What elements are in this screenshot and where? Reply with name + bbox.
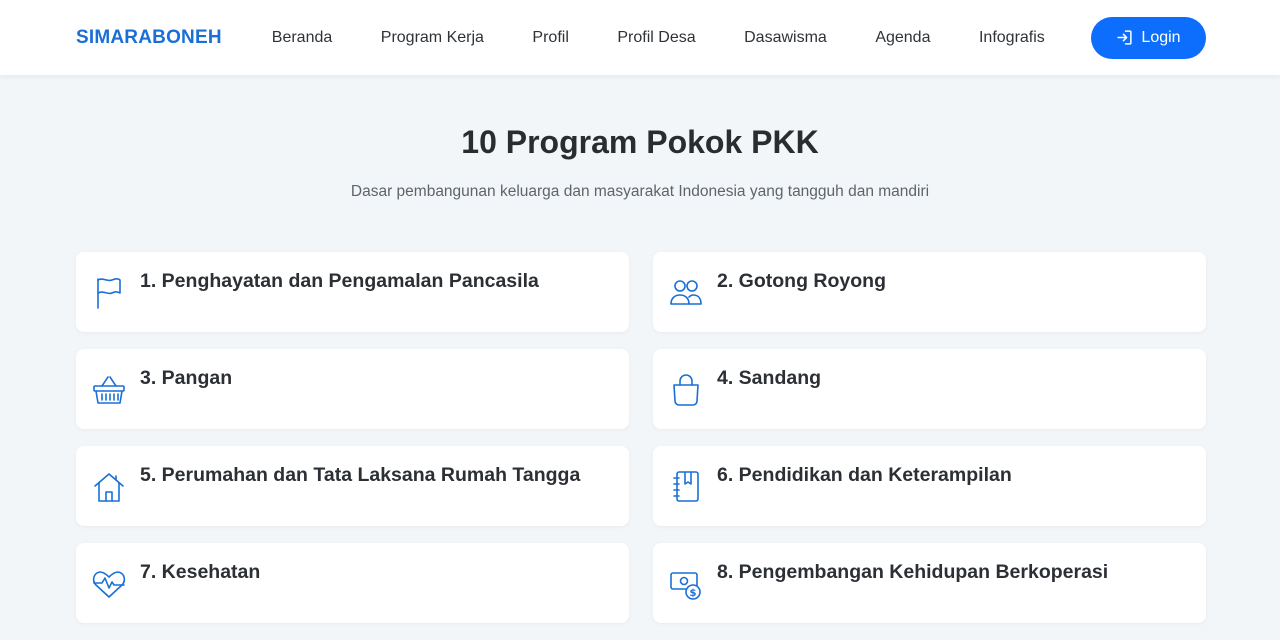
nav-link-beranda[interactable]: Beranda: [272, 29, 333, 47]
shopping-bag-icon: [667, 371, 705, 409]
page-title: 10 Program Pokok PKK: [461, 124, 819, 160]
program-card-kesehatan[interactable]: 7. Kesehatan: [76, 543, 629, 623]
program-card-pangan[interactable]: 3. Pangan: [76, 349, 629, 429]
program-title: 3. Pangan: [140, 367, 233, 389]
program-title: 7. Kesehatan: [140, 561, 261, 583]
nav-link-profil-desa[interactable]: Profil Desa: [617, 29, 695, 47]
program-title: 8. Pengembangan Kehidupan Berkoperasi: [717, 561, 1109, 583]
basket-icon: [90, 371, 128, 409]
program-card-perumahan[interactable]: 5. Perumahan dan Tata Laksana Rumah Tang…: [76, 446, 629, 526]
program-card-gotong-royong[interactable]: 2. Gotong Royong: [653, 252, 1206, 332]
nav-links: Beranda Program Kerja Profil Profil Desa…: [272, 29, 1091, 47]
program-grid: 1. Penghayatan dan Pengamalan Pancasila …: [76, 252, 1206, 623]
login-label: Login: [1141, 28, 1181, 46]
cash-coin-icon: $: [667, 565, 705, 603]
nav-link-dasawisma[interactable]: Dasawisma: [744, 29, 827, 47]
nav-link-agenda[interactable]: Agenda: [875, 29, 930, 47]
program-card-pancasila[interactable]: 1. Penghayatan dan Pengamalan Pancasila: [76, 252, 629, 332]
program-title: 1. Penghayatan dan Pengamalan Pancasila: [140, 270, 539, 292]
navbar: SIMARABONEH Beranda Program Kerja Profil…: [0, 0, 1280, 75]
program-card-koperasi[interactable]: $ 8. Pengembangan Kehidupan Berkoperasi: [653, 543, 1206, 623]
page-subtitle: Dasar pembangunan keluarga dan masyaraka…: [350, 183, 930, 200]
flag-icon: [90, 274, 128, 312]
program-card-pendidikan[interactable]: 6. Pendidikan dan Keterampilan: [653, 446, 1206, 526]
book-icon: [667, 468, 705, 506]
nav-link-program-kerja[interactable]: Program Kerja: [381, 29, 484, 47]
login-button[interactable]: Login: [1091, 16, 1206, 59]
people-icon: [667, 274, 705, 312]
program-title: 2. Gotong Royong: [717, 270, 886, 292]
brand-logo[interactable]: SIMARABONEH: [76, 27, 222, 49]
program-title: 5. Perumahan dan Tata Laksana Rumah Tang…: [140, 464, 581, 486]
login-icon: [1117, 30, 1133, 45]
nav-link-profil[interactable]: Profil: [532, 29, 568, 47]
heart-pulse-icon: [90, 565, 128, 603]
house-icon: [90, 468, 128, 506]
svg-text:$: $: [690, 588, 697, 599]
nav-link-infografis[interactable]: Infografis: [979, 29, 1045, 47]
program-title: 6. Pendidikan dan Keterampilan: [717, 464, 1012, 486]
program-title: 4. Sandang: [717, 367, 822, 389]
program-card-sandang[interactable]: 4. Sandang: [653, 349, 1206, 429]
